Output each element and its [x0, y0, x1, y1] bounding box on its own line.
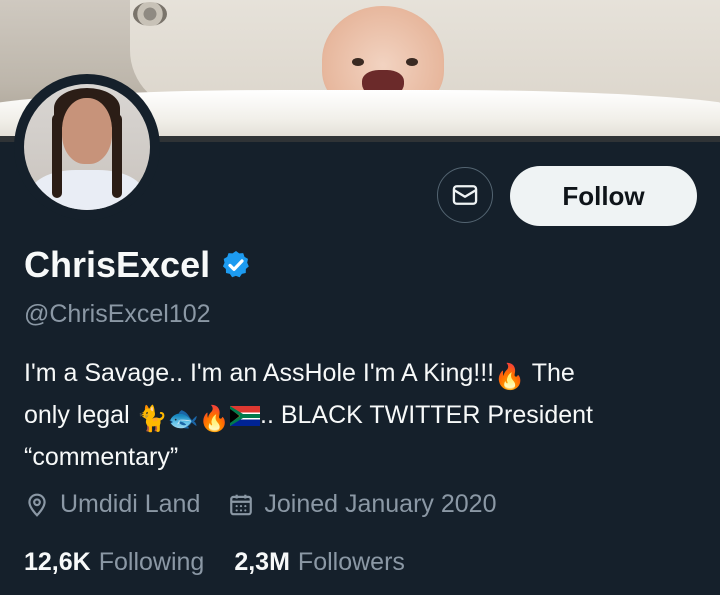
envelope-icon	[452, 185, 478, 205]
message-button[interactable]	[437, 167, 493, 223]
bio-line-1: I'm a Savage.. I'm an AssHole I'm A King…	[24, 354, 704, 396]
location-text: Umdidi Land	[60, 490, 201, 518]
bio-line-1-text: I'm a Savage.. I'm an AssHole I'm A King…	[24, 359, 495, 387]
profile-meta: Umdidi Land Joined January 2020	[24, 490, 496, 519]
bio-line-1-tail: The	[531, 359, 575, 387]
bio-line-2-suffix: .. BLACK TWITTER President	[260, 401, 593, 429]
bio-line-2: only legal 🐈🐟🔥 .. BLACK TWITTER Presiden…	[24, 396, 704, 438]
followers-label: Followers	[297, 548, 405, 576]
calendar-icon	[230, 494, 253, 515]
location-pin-icon	[28, 493, 46, 517]
joined-text: Joined January 2020	[264, 490, 497, 518]
name-row: ChrisExcel	[24, 244, 252, 286]
avatar-face	[62, 98, 112, 164]
fire-icon: 🔥	[198, 405, 231, 433]
followers-link[interactable]: 2,3M Followers	[234, 548, 405, 577]
followers-count: 2,3M	[234, 548, 290, 576]
user-handle: @ChrisExcel102	[24, 300, 211, 328]
cat-icon: 🐈	[136, 405, 168, 433]
bio-line-2-prefix: only legal	[24, 401, 130, 429]
profile-stats: 12,6K Following 2,3M Followers	[24, 548, 405, 577]
bio-line-3: “commentary”	[24, 443, 179, 471]
fish-icon: 🐟	[167, 405, 199, 433]
banner-baby-eye	[352, 58, 364, 66]
avatar[interactable]	[24, 84, 150, 210]
south-africa-flag-icon	[230, 400, 261, 438]
fire-icon: 🔥	[494, 363, 526, 391]
following-label: Following	[98, 548, 205, 576]
joined-item: Joined January 2020	[228, 490, 496, 519]
following-count: 12,6K	[24, 548, 91, 576]
profile-bio: I'm a Savage.. I'm an AssHole I'm A King…	[24, 354, 704, 476]
avatar-shirt	[30, 170, 144, 210]
follow-button[interactable]: Follow	[510, 166, 697, 226]
banner-baby-eye	[406, 58, 418, 66]
location-item: Umdidi Land	[24, 490, 200, 519]
following-link[interactable]: 12,6K Following	[24, 548, 204, 577]
display-name: ChrisExcel	[24, 244, 211, 285]
banner-tub-drain	[133, 2, 167, 26]
verified-badge-icon[interactable]	[220, 249, 252, 281]
